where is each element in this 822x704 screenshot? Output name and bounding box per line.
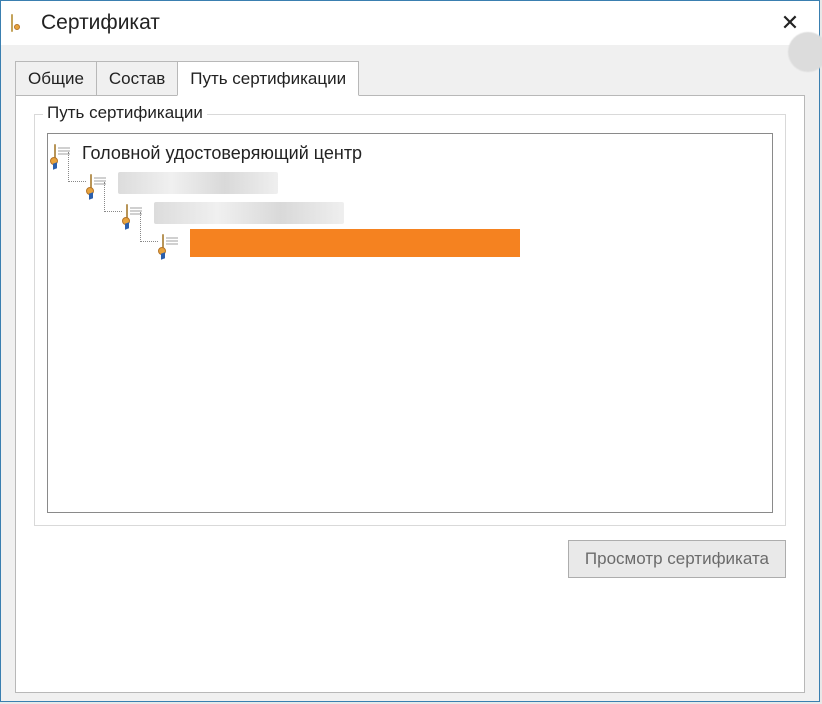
button-row: Просмотр сертификата bbox=[34, 540, 786, 578]
tab-cert-path[interactable]: Путь сертификации bbox=[177, 61, 359, 96]
tree-connector bbox=[140, 212, 158, 242]
tab-general[interactable]: Общие bbox=[15, 61, 97, 96]
tree-node-label: Головной удостоверяющий центр bbox=[82, 143, 362, 164]
decorative-circle bbox=[788, 32, 822, 72]
view-certificate-button[interactable]: Просмотр сертификата bbox=[568, 540, 786, 578]
titlebar: Сертификат ✕ bbox=[1, 1, 819, 45]
certificate-icon bbox=[162, 235, 184, 251]
tree-node-root[interactable]: Головной удостоверяющий центр bbox=[54, 138, 766, 168]
redacted-label bbox=[154, 202, 344, 224]
redacted-label bbox=[118, 172, 278, 194]
tree-connector bbox=[104, 182, 122, 212]
tree-node-intermediate-2[interactable] bbox=[126, 198, 766, 228]
certificate-icon bbox=[11, 15, 31, 31]
groupbox-label: Путь сертификации bbox=[43, 103, 207, 123]
tab-strip: Общие Состав Путь сертификации bbox=[15, 59, 805, 95]
tab-panel-cert-path: Путь сертификации Головной удостоверяющи… bbox=[15, 95, 805, 693]
tab-details[interactable]: Состав bbox=[96, 61, 178, 96]
cert-path-groupbox: Путь сертификации Головной удостоверяющи… bbox=[34, 114, 786, 526]
tree-node-intermediate-1[interactable] bbox=[90, 168, 766, 198]
tree-node-leaf[interactable] bbox=[162, 228, 766, 258]
cert-path-tree[interactable]: Головной удостоверяющий центр bbox=[47, 133, 773, 513]
certificate-dialog: Сертификат ✕ Общие Состав Путь сертифика… bbox=[0, 0, 820, 702]
content-area: Общие Состав Путь сертификации Путь серт… bbox=[1, 45, 819, 701]
selected-redacted-label bbox=[190, 229, 520, 257]
tree-connector bbox=[68, 152, 86, 182]
window-title: Сертификат bbox=[41, 11, 767, 35]
